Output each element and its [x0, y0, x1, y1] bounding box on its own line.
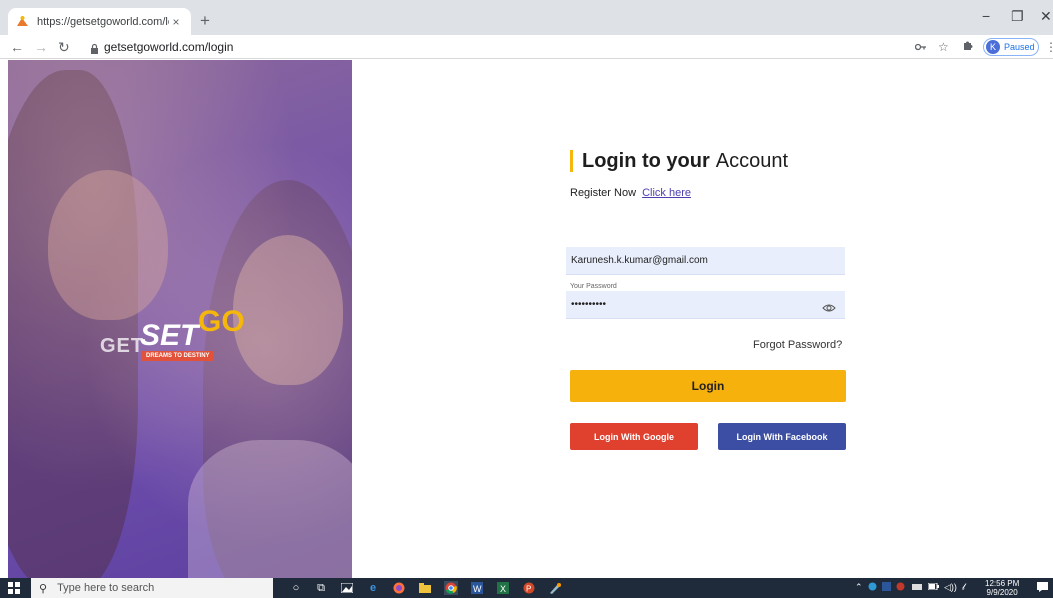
- search-icon: ⚲: [39, 582, 48, 595]
- site-favicon-icon: [16, 15, 29, 28]
- reload-icon[interactable]: ↻: [58, 38, 70, 56]
- word-icon[interactable]: W: [470, 581, 484, 595]
- password-field[interactable]: ••••••••••: [566, 291, 845, 319]
- url-field[interactable]: getsetgoworld.com/login: [104, 40, 233, 54]
- lock-icon[interactable]: [90, 41, 99, 59]
- back-icon[interactable]: ←: [10, 38, 24, 56]
- new-tab-button[interactable]: +: [200, 11, 210, 31]
- password-label: Your Password: [570, 283, 617, 290]
- close-window-icon[interactable]: ✕: [1040, 8, 1052, 25]
- avatar: K: [986, 40, 1000, 54]
- browser-menu-icon[interactable]: ⋮: [1045, 40, 1053, 54]
- edge-browser-icon[interactable]: e: [366, 581, 380, 595]
- minimize-icon[interactable]: −: [982, 8, 990, 24]
- taskbar-search-box[interactable]: ⚲ Type here to search: [31, 578, 273, 598]
- getsetgo-logo: GET SET GO DREAMS TO DESTINY: [100, 305, 245, 361]
- address-bar: ← → ↻ getsetgoworld.com/login ☆ K Paused…: [0, 35, 1053, 59]
- profile-status: Paused: [1004, 42, 1035, 52]
- svg-text:W: W: [473, 584, 482, 594]
- maximize-icon[interactable]: ❐: [1011, 8, 1024, 25]
- taskbar: ⚲ Type here to search ○ ⧉ e W X P ⌃ ◁)) …: [0, 578, 1053, 598]
- tab-close-icon[interactable]: ×: [169, 15, 183, 29]
- tray-security-icon[interactable]: [896, 582, 905, 593]
- forward-icon[interactable]: →: [34, 38, 48, 56]
- windows-start-icon[interactable]: [8, 582, 20, 594]
- cortana-icon[interactable]: ○: [289, 581, 303, 595]
- svg-text:P: P: [526, 585, 531, 594]
- battery-icon[interactable]: [927, 582, 939, 592]
- register-line: Register Now Click here: [570, 187, 691, 199]
- key-icon[interactable]: [914, 40, 927, 54]
- clock-date: 9/9/2020: [986, 588, 1018, 597]
- forgot-password-link[interactable]: Forgot Password?: [753, 339, 842, 351]
- show-password-eye-icon[interactable]: [822, 300, 836, 312]
- notifications-icon[interactable]: [1037, 582, 1048, 594]
- browser-tab-bar: https://getsetgoworld.com/login × + − ❐ …: [0, 0, 1053, 35]
- hero-image: GET SET GO DREAMS TO DESTINY: [8, 60, 352, 578]
- login-button[interactable]: Login: [570, 370, 846, 402]
- file-explorer-icon[interactable]: [418, 581, 432, 595]
- login-with-facebook-button[interactable]: Login With Facebook: [718, 423, 846, 450]
- network-icon[interactable]: [912, 582, 922, 592]
- task-view-icon[interactable]: ⧉: [314, 581, 328, 595]
- clock-time: 12:56 PM: [985, 579, 1020, 588]
- svg-text:X: X: [500, 584, 506, 594]
- chrome-icon[interactable]: [444, 581, 458, 595]
- taskbar-search-placeholder: Type here to search: [57, 582, 155, 594]
- tray-word-icon[interactable]: [882, 582, 891, 593]
- page-title: Login to your Account: [570, 148, 788, 174]
- show-hidden-icons-icon[interactable]: ⌃: [855, 582, 863, 593]
- login-with-google-button[interactable]: Login With Google: [570, 423, 698, 450]
- profile-button[interactable]: K Paused: [983, 38, 1039, 56]
- register-text: Register Now: [570, 187, 637, 199]
- title-light: Account: [715, 149, 789, 172]
- title-accent-bar: [570, 150, 573, 172]
- excel-icon[interactable]: X: [496, 581, 510, 595]
- volume-icon[interactable]: ◁)): [944, 582, 957, 593]
- pen-icon[interactable]: 𝓁: [962, 582, 965, 593]
- powerpoint-icon[interactable]: P: [522, 581, 536, 595]
- email-field[interactable]: Karunesh.k.kumar@gmail.com: [566, 247, 845, 275]
- paint-icon[interactable]: [548, 581, 562, 595]
- system-clock[interactable]: 12:56 PM 9/9/2020: [985, 579, 1019, 597]
- title-bold: Login to your: [582, 149, 710, 172]
- extensions-icon[interactable]: [962, 40, 973, 54]
- tab-title: https://getsetgoworld.com/login: [37, 15, 169, 28]
- tray-app-icon[interactable]: [868, 582, 877, 593]
- photos-app-icon[interactable]: [340, 581, 354, 595]
- browser-tab[interactable]: https://getsetgoworld.com/login ×: [8, 8, 191, 35]
- bookmark-star-icon[interactable]: ☆: [938, 40, 949, 54]
- register-link[interactable]: Click here: [642, 187, 691, 199]
- firefox-icon[interactable]: [392, 581, 406, 595]
